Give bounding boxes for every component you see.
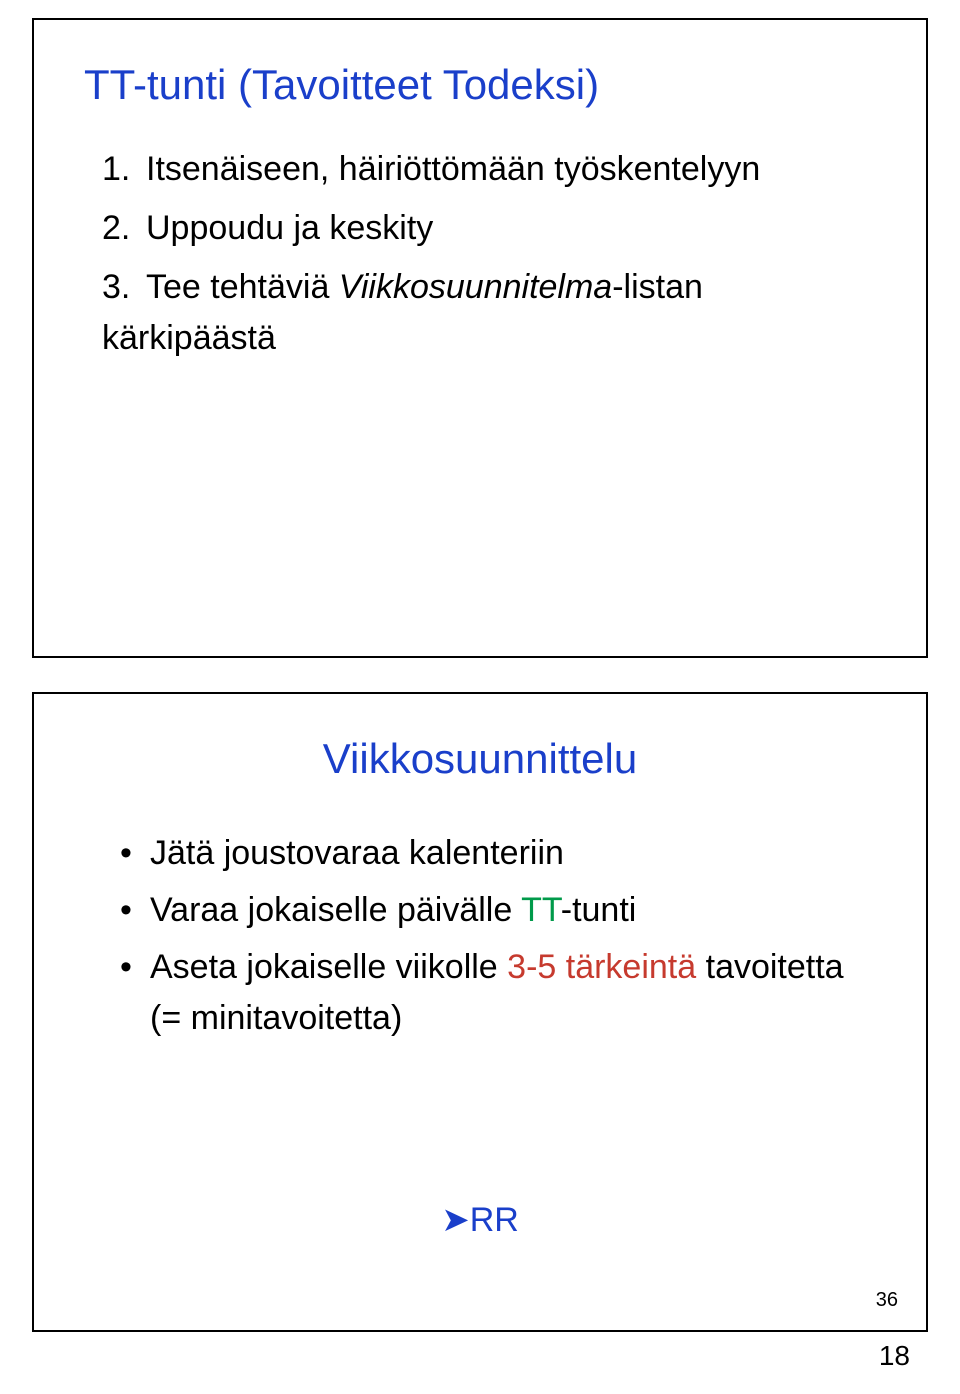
list-text: Jätä joustovaraa kalenteriin — [150, 834, 564, 872]
slide-1-list: 1.Itsenäiseen, häiriöttömään työskentely… — [84, 144, 876, 364]
list-marker: 1. — [102, 144, 146, 195]
chevron-right-icon: ➤ — [441, 1201, 470, 1239]
list-text-highlight: TT — [521, 891, 561, 929]
list-text: Itsenäiseen, häiriöttömään työskentelyyn — [146, 150, 760, 188]
list-marker: 3. — [102, 262, 146, 313]
list-marker: 2. — [102, 203, 146, 254]
list-text-highlight: 3-5 tärkeintä — [507, 948, 696, 986]
slide-1-title: TT-tunti (Tavoitteet Todeksi) — [84, 60, 876, 110]
slide-2-list: Jätä joustovaraa kalenteriin Varaa jokai… — [84, 828, 876, 1044]
list-item: Aseta jokaiselle viikolle 3-5 tärkeintä … — [120, 942, 876, 1044]
list-text-post: -tunti — [561, 891, 637, 929]
list-item: 3.Tee tehtäviä Viikkosuunnitelma-listan … — [102, 262, 876, 364]
rr-footer: ➤RR — [34, 1200, 926, 1240]
slide-1: TT-tunti (Tavoitteet Todeksi) 1.Itsenäis… — [32, 18, 928, 658]
slide-number: 36 — [876, 1289, 898, 1312]
list-item: Jätä joustovaraa kalenteriin — [120, 828, 876, 879]
list-item: 1.Itsenäiseen, häiriöttömään työskentely… — [102, 144, 876, 195]
list-text-pre: Aseta jokaiselle viikolle — [150, 948, 507, 986]
slide-2: Viikkosuunnittelu Jätä joustovaraa kalen… — [32, 692, 928, 1332]
page-number: 18 — [879, 1340, 910, 1372]
list-text-emphasis: Viikkosuunnitelma — [339, 268, 612, 306]
list-text-pre: Tee tehtäviä — [146, 268, 339, 306]
list-text: Uppoudu ja keskity — [146, 209, 433, 247]
slide-2-title: Viikkosuunnittelu — [84, 734, 876, 784]
list-item: Varaa jokaiselle päivälle TT-tunti — [120, 885, 876, 936]
rr-label: RR — [470, 1201, 519, 1239]
list-text-pre: Varaa jokaiselle päivälle — [150, 891, 521, 929]
list-item: 2.Uppoudu ja keskity — [102, 203, 876, 254]
